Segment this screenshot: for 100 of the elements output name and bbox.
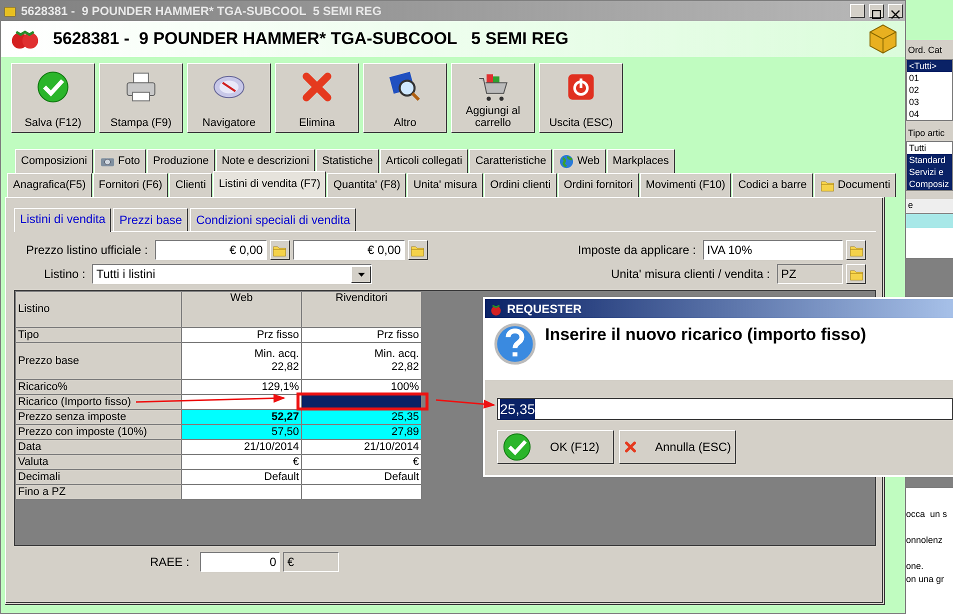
list-item[interactable]: 01	[907, 72, 952, 84]
tab[interactable]: Documenti	[814, 173, 896, 197]
toolbar-button[interactable]: Stampa (F9)	[99, 63, 183, 133]
tab[interactable]: Quantita' (F8)	[327, 173, 406, 197]
tab[interactable]: Unita' misura	[407, 173, 484, 197]
raee-field[interactable]: 0	[200, 552, 280, 572]
table-cell: €	[302, 454, 422, 470]
table-cell: 21/10/2014	[302, 440, 422, 454]
row-label: Valuta	[16, 454, 182, 470]
tab[interactable]: Composizioni	[15, 149, 94, 173]
dialog-button[interactable]: Annulla (ESC)	[619, 430, 736, 464]
close-icon	[891, 10, 900, 20]
list-item[interactable]: <Tutti>	[907, 60, 952, 72]
tab[interactable]: Caratteristiche	[469, 149, 552, 173]
grid-row	[906, 214, 953, 228]
column-header: Listino	[16, 292, 182, 328]
row-label: Tipo	[16, 328, 182, 342]
maximize-button[interactable]	[869, 4, 884, 18]
annotation-arrow	[436, 399, 496, 409]
unit-field[interactable]: PZ	[777, 264, 843, 284]
table-cell: 57,50	[182, 424, 302, 440]
tab[interactable]: Produzione	[147, 149, 215, 173]
toolbar-button[interactable]: Salva (F12)	[11, 63, 95, 133]
dialog-title: REQUESTER	[507, 300, 582, 318]
table-cell: 21/10/2014	[182, 440, 302, 454]
field-label: Imposte da applicare :	[578, 242, 696, 259]
table-cell: 129,1%	[182, 380, 302, 394]
toolbar-button[interactable]: Aggiungi al carrello	[451, 63, 535, 133]
tab[interactable]: Ordini fornitori	[558, 173, 639, 197]
question-icon	[493, 322, 537, 366]
tab[interactable]: Note e descrizioni	[216, 149, 316, 173]
table-cell: Min. acq. 22,82	[302, 342, 422, 380]
tab[interactable]: Statistiche	[316, 149, 379, 173]
table-cell: Default	[302, 470, 422, 484]
dialog-message: Inserire il nuovo ricarico (importo fisso)	[545, 324, 866, 346]
list-item[interactable]: 02	[907, 84, 952, 96]
printer-icon	[124, 70, 158, 104]
column-header: Rivenditori	[302, 292, 422, 328]
table-cell: 27,89	[302, 424, 422, 440]
dropdown-button[interactable]	[351, 266, 372, 282]
list-item[interactable]: 03	[907, 96, 952, 108]
tab[interactable]: Movimenti (F10)	[640, 173, 732, 197]
column-header: Web	[182, 292, 302, 328]
check-icon	[36, 70, 70, 104]
list-label: Ord. Cat	[907, 44, 944, 57]
folder-button[interactable]	[846, 264, 866, 284]
tab[interactable]: Codici a barre	[732, 173, 813, 197]
text-line: one.	[906, 560, 925, 572]
table-cell: Prz fisso	[182, 328, 302, 342]
price-field[interactable]: € 0,00	[154, 240, 267, 260]
row-label: Prezzo base	[16, 342, 182, 380]
check-icon	[502, 432, 532, 462]
tab[interactable]: Web	[553, 149, 606, 173]
list-item[interactable]: Composiz	[907, 178, 952, 190]
tab[interactable]: Listini di vendita	[14, 208, 112, 232]
row-label: Fino a PZ	[16, 484, 182, 500]
price-list-dropdown[interactable]: Tutti i listini	[92, 264, 372, 284]
list-item[interactable]: 04	[907, 108, 952, 120]
tab[interactable]: Fornitori (F6)	[92, 173, 168, 197]
list-item[interactable]: Servizi e	[907, 166, 952, 178]
text-line: onnolenz	[906, 534, 944, 546]
field-label: Unita' misura clienti / vendita :	[610, 266, 770, 283]
field-label: Prezzo listino ufficiale :	[26, 242, 148, 259]
currency-field: €	[283, 552, 340, 572]
tab[interactable]: Ordini clienti	[484, 173, 557, 197]
tab[interactable]: Condizioni speciali di vendita	[190, 208, 356, 231]
tab[interactable]: Clienti	[169, 173, 212, 197]
table-cell: Default	[182, 470, 302, 484]
table-cell: Min. acq. 22,82	[182, 342, 302, 380]
tax-field[interactable]: IVA 10%	[703, 240, 843, 260]
dialog-button[interactable]: OK (F12)	[497, 430, 614, 464]
tab[interactable]: Prezzi base	[113, 208, 188, 231]
box-icon	[3, 4, 17, 18]
tab[interactable]: Listini di vendita (F7)	[212, 171, 326, 197]
tab[interactable]: Foto	[94, 149, 146, 173]
tab[interactable]: Anagrafica(F5)	[7, 173, 92, 197]
folder-button[interactable]	[270, 240, 290, 260]
folder-button[interactable]	[408, 240, 428, 260]
toolbar-button[interactable]: Uscita (ESC)	[539, 63, 623, 133]
tab[interactable]: Articoli collegati	[380, 149, 468, 173]
magnifier-icon	[388, 70, 422, 104]
list-item[interactable]: Standard	[907, 154, 952, 166]
toolbar-button[interactable]: Navigatore	[187, 63, 271, 133]
minimize-button[interactable]	[850, 4, 865, 18]
cross-icon	[300, 70, 334, 104]
row-label: Data	[16, 440, 182, 454]
field-label: Listino :	[44, 266, 86, 283]
value-input[interactable]: 25,35	[497, 398, 953, 420]
price-field[interactable]: € 0,00	[292, 240, 405, 260]
tab[interactable]: Markplaces	[606, 149, 675, 173]
list-item[interactable]: Tutti	[907, 142, 952, 154]
column-header: e	[906, 199, 953, 214]
toolbar-button[interactable]: Elimina	[275, 63, 359, 133]
text-line: occa un s	[906, 508, 948, 520]
close-button[interactable]	[888, 4, 903, 18]
toolbar-button[interactable]: Altro	[363, 63, 447, 133]
folder-button[interactable]	[846, 240, 866, 260]
row-label: Prezzo senza imposte	[16, 410, 182, 424]
window-title: 5628381 - 9 POUNDER HAMMER* TGA-SUBCOOL 5 SEMI REG	[21, 3, 383, 20]
text-line: on una gr	[906, 572, 946, 586]
